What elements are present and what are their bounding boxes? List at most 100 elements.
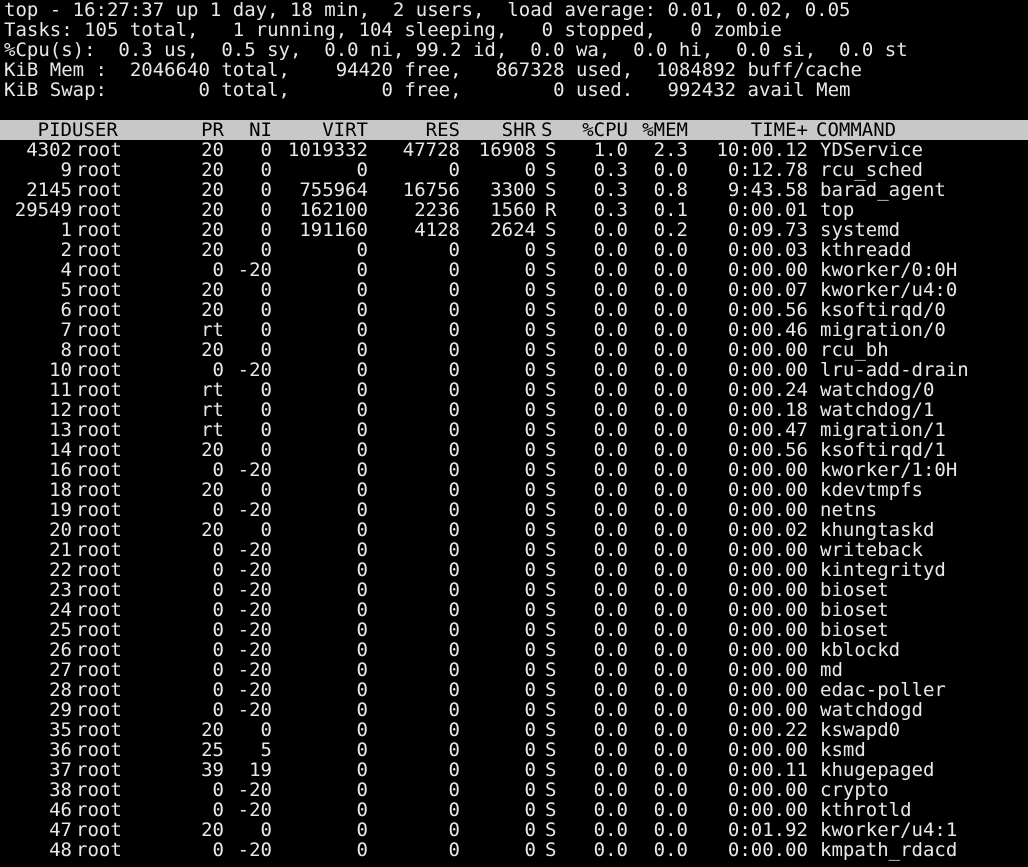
state-cell: S	[545, 379, 557, 401]
shr-cell: 0	[524, 779, 536, 801]
command-cell: watchdog/1	[820, 399, 935, 421]
cpu-cell: 0.0	[593, 419, 628, 441]
terminal-window[interactable]: top - 16:27:37 up 1 day, 18 min, 2 users…	[0, 0, 1028, 860]
priority-cell: 20	[201, 139, 224, 161]
process-row: 48 root 0 -20 0 0 0 S 0.0 0.0 0:00.00 kmpath_rdacd	[4, 840, 1028, 860]
state-cell: S	[545, 339, 557, 361]
user-cell: root	[76, 579, 122, 601]
pid-cell: 22	[49, 559, 72, 581]
user-cell: root	[76, 519, 122, 541]
mem-cell: 0.0	[653, 659, 688, 681]
command-cell: kintegrityd	[820, 559, 946, 581]
mem-cell: 0.0	[653, 699, 688, 721]
virt-cell: 0	[356, 159, 368, 181]
pid-cell: 2145	[26, 179, 72, 201]
res-cell: 0	[448, 319, 460, 341]
state-cell: S	[545, 739, 557, 761]
res-cell: 0	[448, 259, 460, 281]
state-cell: S	[545, 599, 557, 621]
command-cell: top	[820, 199, 855, 221]
user-cell: root	[76, 379, 122, 401]
time-cell: 0:00.00	[727, 639, 808, 661]
shr-cell: 0	[524, 239, 536, 261]
process-row: 38 root 0 -20 0 0 0 S 0.0 0.0 0:00.00 crypto	[4, 780, 1028, 800]
mem-cell: 0.0	[653, 299, 688, 321]
user-cell: root	[76, 659, 122, 681]
priority-cell: rt	[201, 319, 224, 341]
summary-mem-line: KiB Mem : 2046640 total, 94420 free, 867…	[4, 60, 862, 80]
res-cell: 0	[448, 239, 460, 261]
time-cell: 0:00.02	[727, 519, 808, 541]
user-cell: root	[76, 179, 122, 201]
user-cell: root	[76, 199, 122, 221]
command-cell: migration/1	[820, 419, 946, 441]
pid-cell: 46	[49, 799, 72, 821]
nice-cell: -20	[237, 539, 272, 561]
time-cell: 0:00.00	[727, 679, 808, 701]
time-cell: 0:00.46	[727, 319, 808, 341]
process-row: 36 root 25 5 0 0 0 S 0.0 0.0 0:00.00 ksmd	[4, 740, 1028, 760]
state-cell: S	[545, 399, 557, 421]
res-cell: 0	[448, 419, 460, 441]
priority-cell: 0	[212, 679, 224, 701]
res-cell: 0	[448, 639, 460, 661]
mem-cell: 0.0	[653, 519, 688, 541]
virt-cell: 0	[356, 459, 368, 481]
time-cell: 0:00.00	[727, 659, 808, 681]
time-cell: 0:00.07	[727, 279, 808, 301]
mem-cell: 0.0	[653, 839, 688, 861]
command-cell: kmpath_rdacd	[820, 839, 958, 861]
pid-cell: 29549	[14, 199, 72, 221]
state-cell: S	[545, 219, 557, 241]
mem-cell: 0.0	[653, 339, 688, 361]
user-cell: root	[76, 559, 122, 581]
nice-cell: 0	[260, 719, 272, 741]
column-header-time: TIME+	[750, 119, 808, 141]
priority-cell: 0	[212, 779, 224, 801]
cpu-cell: 0.0	[593, 639, 628, 661]
virt-cell: 0	[356, 619, 368, 641]
process-row: 4302 root 20 0 1019332 47728 16908 S 1.0 2.3 10:00…	[4, 140, 1028, 160]
res-cell: 0	[448, 439, 460, 461]
priority-cell: 0	[212, 639, 224, 661]
res-cell: 0	[448, 519, 460, 541]
process-row: 26 root 0 -20 0 0 0 S 0.0 0.0 0:00.00 kblockd	[4, 640, 1028, 660]
shr-cell: 0	[524, 599, 536, 621]
res-cell: 0	[448, 159, 460, 181]
command-cell: ksoftirqd/0	[820, 299, 946, 321]
pid-cell: 5	[60, 279, 72, 301]
mem-cell: 0.0	[653, 639, 688, 661]
res-cell: 0	[448, 359, 460, 381]
user-cell: root	[76, 499, 122, 521]
time-cell: 0:00.00	[727, 559, 808, 581]
process-row: 2145 root 20 0 755964 16756 3300 S 0.3 0.8 9:43.58…	[4, 180, 1028, 200]
pid-cell: 47	[49, 819, 72, 841]
time-cell: 0:00.00	[727, 799, 808, 821]
mem-cell: 0.0	[653, 499, 688, 521]
mem-cell: 0.0	[653, 759, 688, 781]
state-cell: S	[545, 179, 557, 201]
command-cell: bioset	[820, 599, 889, 621]
cpu-cell: 0.0	[593, 459, 628, 481]
shr-cell: 0	[524, 159, 536, 181]
shr-cell: 0	[524, 579, 536, 601]
cpu-cell: 0.0	[593, 719, 628, 741]
mem-cell: 0.2	[653, 219, 688, 241]
nice-cell: -20	[237, 559, 272, 581]
cpu-cell: 0.0	[593, 259, 628, 281]
cpu-cell: 0.3	[593, 199, 628, 221]
res-cell: 0	[448, 539, 460, 561]
command-cell: lru-add-drain	[820, 359, 969, 381]
shr-cell: 0	[524, 659, 536, 681]
summary-uptime-line: top - 16:27:37 up 1 day, 18 min, 2 users…	[4, 0, 851, 20]
res-cell: 2236	[414, 199, 460, 221]
process-row: 47 root 20 0 0 0 0 S 0.0 0.0 0:01.92 kworker/u4:1	[4, 820, 1028, 840]
state-cell: S	[545, 259, 557, 281]
shr-cell: 0	[524, 539, 536, 561]
time-cell: 0:00.00	[727, 459, 808, 481]
virt-cell: 0	[356, 579, 368, 601]
mem-cell: 0.0	[653, 799, 688, 821]
user-cell: root	[76, 259, 122, 281]
user-cell: root	[76, 619, 122, 641]
res-cell: 0	[448, 559, 460, 581]
